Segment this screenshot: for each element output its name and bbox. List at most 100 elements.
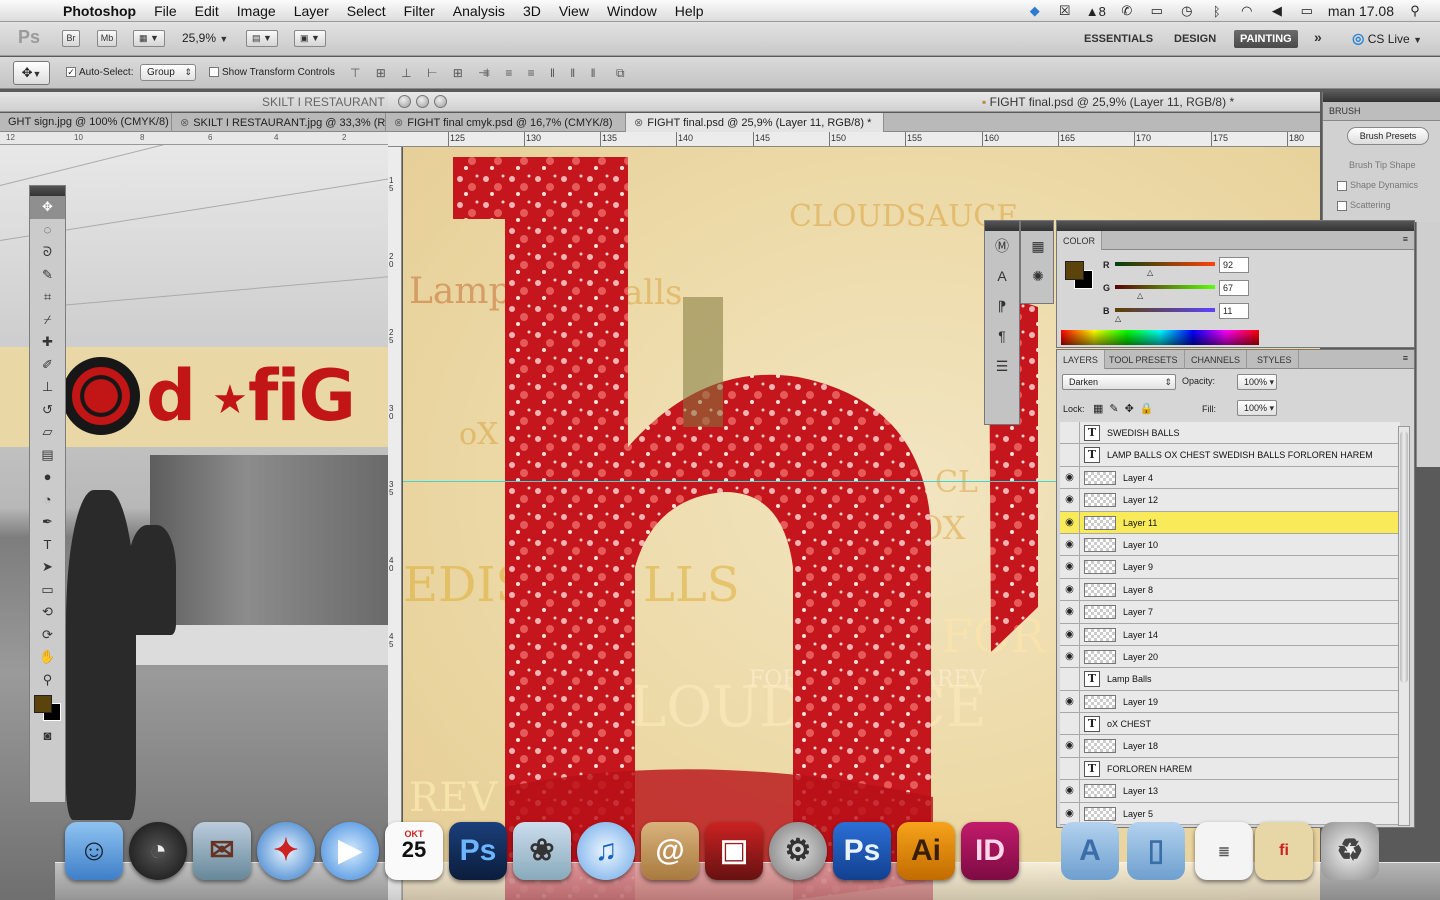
zoom-level[interactable]: 25,9% ▼ xyxy=(182,31,228,45)
menu-file[interactable]: File xyxy=(145,3,186,19)
tab-skilt-restaurant[interactable]: ⊗ SKILT I RESTAURANT.jpg @ 33,3% (RGB xyxy=(172,113,386,132)
arrange-documents-button[interactable]: ▤ ▼ xyxy=(246,30,278,47)
horizontal-ruler[interactable]: 125 130 135 140 145 150 155 160 165 170 … xyxy=(388,132,1320,147)
layer-row[interactable]: ◉ Layer 20 xyxy=(1060,645,1400,669)
layer-row[interactable]: T SWEDISH BALLS xyxy=(1060,422,1400,445)
minimize-window-button[interactable] xyxy=(416,95,429,108)
tab-fight-sign[interactable]: GHT sign.jpg @ 100% (CMYK/8) xyxy=(0,113,172,132)
panel-menu-icon[interactable]: ≡ xyxy=(1403,234,1408,244)
photoshop-icon[interactable]: Ps xyxy=(449,822,507,880)
menu-select[interactable]: Select xyxy=(338,3,395,19)
mini-bridge-button[interactable]: Mb xyxy=(97,30,117,47)
show-transform-controls-checkbox[interactable]: Show Transform Controls xyxy=(209,67,335,78)
color-foreground-swatch[interactable] xyxy=(1065,261,1084,280)
move-tool-icon[interactable]: ✥ xyxy=(30,196,65,219)
layer-row[interactable]: T Lamp Balls xyxy=(1060,668,1400,691)
align-buttons[interactable]: ⊤ ⊞ ⊥ ⊢ ⊞ ⊣ xyxy=(350,66,495,80)
downloads-stack-icon[interactable]: ≣ xyxy=(1195,822,1253,880)
menu-filter[interactable]: Filter xyxy=(395,3,444,19)
healing-brush-tool-icon[interactable]: ✚ xyxy=(30,331,65,354)
layers-scrollbar[interactable] xyxy=(1398,426,1410,826)
visibility-eye-icon[interactable]: ◉ xyxy=(1060,735,1080,758)
paragraph-panel-icon[interactable]: ¶ xyxy=(985,321,1019,351)
address-book-icon[interactable]: @ xyxy=(641,822,699,880)
battery-icon[interactable]: ▭ xyxy=(1298,3,1316,19)
menu-view[interactable]: View xyxy=(550,3,598,19)
applications-folder-icon[interactable]: A xyxy=(1061,822,1119,880)
lasso-tool-icon[interactable]: ᘐ xyxy=(30,241,65,264)
document-titlebar[interactable]: ▪ FIGHT final.psd @ 25,9% (Layer 11, RGB… xyxy=(388,92,1320,112)
shape-dynamics-item[interactable]: Shape Dynamics xyxy=(1337,180,1418,191)
panel-menu-icon[interactable]: ≡ xyxy=(1403,353,1408,363)
eraser-tool-icon[interactable]: ▱ xyxy=(30,421,65,444)
visibility-eye-icon[interactable]: ◉ xyxy=(1060,645,1080,668)
visibility-off-icon[interactable] xyxy=(1060,757,1080,780)
brush-presets-button[interactable]: Brush Presets xyxy=(1347,127,1429,145)
opacity-input[interactable]: 100% ▾ xyxy=(1237,374,1277,390)
visibility-off-icon[interactable] xyxy=(1060,713,1080,736)
clone-stamp-tool-icon[interactable]: ⊥ xyxy=(30,376,65,399)
auto-select-dropdown[interactable]: Group ⇕ xyxy=(140,64,196,81)
layer-row[interactable]: ◉ Layer 8 xyxy=(1060,578,1400,602)
layer-row[interactable]: T LAMP BALLS OX CHEST SWEDISH BALLS FORLO… xyxy=(1060,444,1400,467)
menu-3d[interactable]: 3D xyxy=(514,3,550,19)
3d-rotate-tool-icon[interactable]: ⟲ xyxy=(30,601,65,624)
time-machine-icon[interactable]: ◷ xyxy=(1178,3,1196,19)
layer-row[interactable]: ◉ Layer 10 xyxy=(1060,533,1400,557)
adobe-updater-icon[interactable]: ▲8 xyxy=(1086,4,1106,19)
3d-orbit-tool-icon[interactable]: ⟳ xyxy=(30,624,65,647)
close-tab-icon[interactable]: ⊗ xyxy=(394,117,403,129)
wifi-icon[interactable]: ◠ xyxy=(1238,3,1256,19)
layer-row[interactable]: ◉ Layer 4 xyxy=(1060,466,1400,490)
color-panel-header[interactable] xyxy=(1057,221,1414,231)
menu-analysis[interactable]: Analysis xyxy=(444,3,514,19)
brush-panel-header[interactable] xyxy=(1323,92,1440,102)
close-tab-icon[interactable]: ⊗ xyxy=(180,117,189,129)
layer-row[interactable]: ◉ Layer 11 xyxy=(1060,511,1400,534)
history-brush-tool-icon[interactable]: ↺ xyxy=(30,399,65,422)
close-window-button[interactable] xyxy=(398,95,411,108)
crop-tool-icon[interactable]: ⌗ xyxy=(30,286,65,309)
bg-window-titlebar[interactable]: SKILT I RESTAURANT xyxy=(0,92,388,112)
photoshop-cs5-icon[interactable]: Ps xyxy=(833,822,891,880)
trash-icon[interactable]: ♻ xyxy=(1321,822,1379,880)
dodge-tool-icon[interactable]: ◔ xyxy=(30,489,65,512)
zoom-window-button[interactable] xyxy=(434,95,447,108)
tools-panel-header[interactable] xyxy=(30,186,65,196)
green-value-input[interactable]: 67 xyxy=(1219,280,1249,296)
visibility-eye-icon[interactable]: ◉ xyxy=(1060,511,1080,534)
path-select-tool-icon[interactable]: ➤ xyxy=(30,556,65,579)
visibility-eye-icon[interactable]: ◉ xyxy=(1060,466,1080,489)
tab-channels[interactable]: CHANNELS xyxy=(1185,350,1248,369)
screen-mode-button[interactable]: ▣ ▼ xyxy=(294,30,326,47)
visibility-eye-icon[interactable]: ◉ xyxy=(1060,690,1080,713)
mini-bridge-panel-icon[interactable]: Ⓜ xyxy=(985,231,1019,261)
itunes-icon[interactable]: ♫ xyxy=(577,822,635,880)
eyedropper-tool-icon[interactable]: ⌿ xyxy=(30,309,65,332)
visibility-off-icon[interactable] xyxy=(1060,422,1080,444)
layer-row[interactable]: ToX CHEST xyxy=(1060,713,1400,736)
brush-tool-icon[interactable]: ✐ xyxy=(30,354,65,377)
visibility-eye-icon[interactable]: ◉ xyxy=(1060,533,1080,556)
illustrator-icon[interactable]: Ai xyxy=(897,822,955,880)
layer-row[interactable]: ◉ Layer 13 xyxy=(1060,780,1400,803)
workspace-essentials[interactable]: ESSENTIALS xyxy=(1078,30,1159,48)
marquee-tool-icon[interactable]: ◌ xyxy=(30,219,65,242)
tab-fight-final[interactable]: ⊗ FIGHT final.psd @ 25,9% (Layer 11, RGB/… xyxy=(626,113,884,132)
lock-options-icons[interactable]: ▦✎✥🔒 xyxy=(1093,402,1160,415)
system-preferences-icon[interactable]: ⚙ xyxy=(769,822,827,880)
color-spectrum-ramp[interactable] xyxy=(1061,330,1259,345)
workspace-painting[interactable]: PAINTING xyxy=(1234,30,1298,48)
zoom-tool-icon[interactable]: ⚲ xyxy=(30,669,65,692)
navigator-panel-icon[interactable]: ✺ xyxy=(1021,261,1055,291)
tab-layers[interactable]: LAYERS xyxy=(1057,350,1105,369)
visibility-eye-icon[interactable]: ◉ xyxy=(1060,578,1080,601)
brush-tip-shape-item[interactable]: Brush Tip Shape xyxy=(1349,160,1416,170)
volume-icon[interactable]: ◀ xyxy=(1268,3,1286,19)
layer-row[interactable]: ◉ Layer 14 xyxy=(1060,623,1400,646)
menu-edit[interactable]: Edit xyxy=(186,3,228,19)
gradient-tool-icon[interactable]: ▤ xyxy=(30,444,65,467)
quick-mask-icon[interactable]: ◙ xyxy=(30,725,65,748)
tool-preset-picker[interactable]: ✥▼ xyxy=(13,61,50,85)
visibility-eye-icon[interactable]: ◉ xyxy=(1060,780,1080,803)
